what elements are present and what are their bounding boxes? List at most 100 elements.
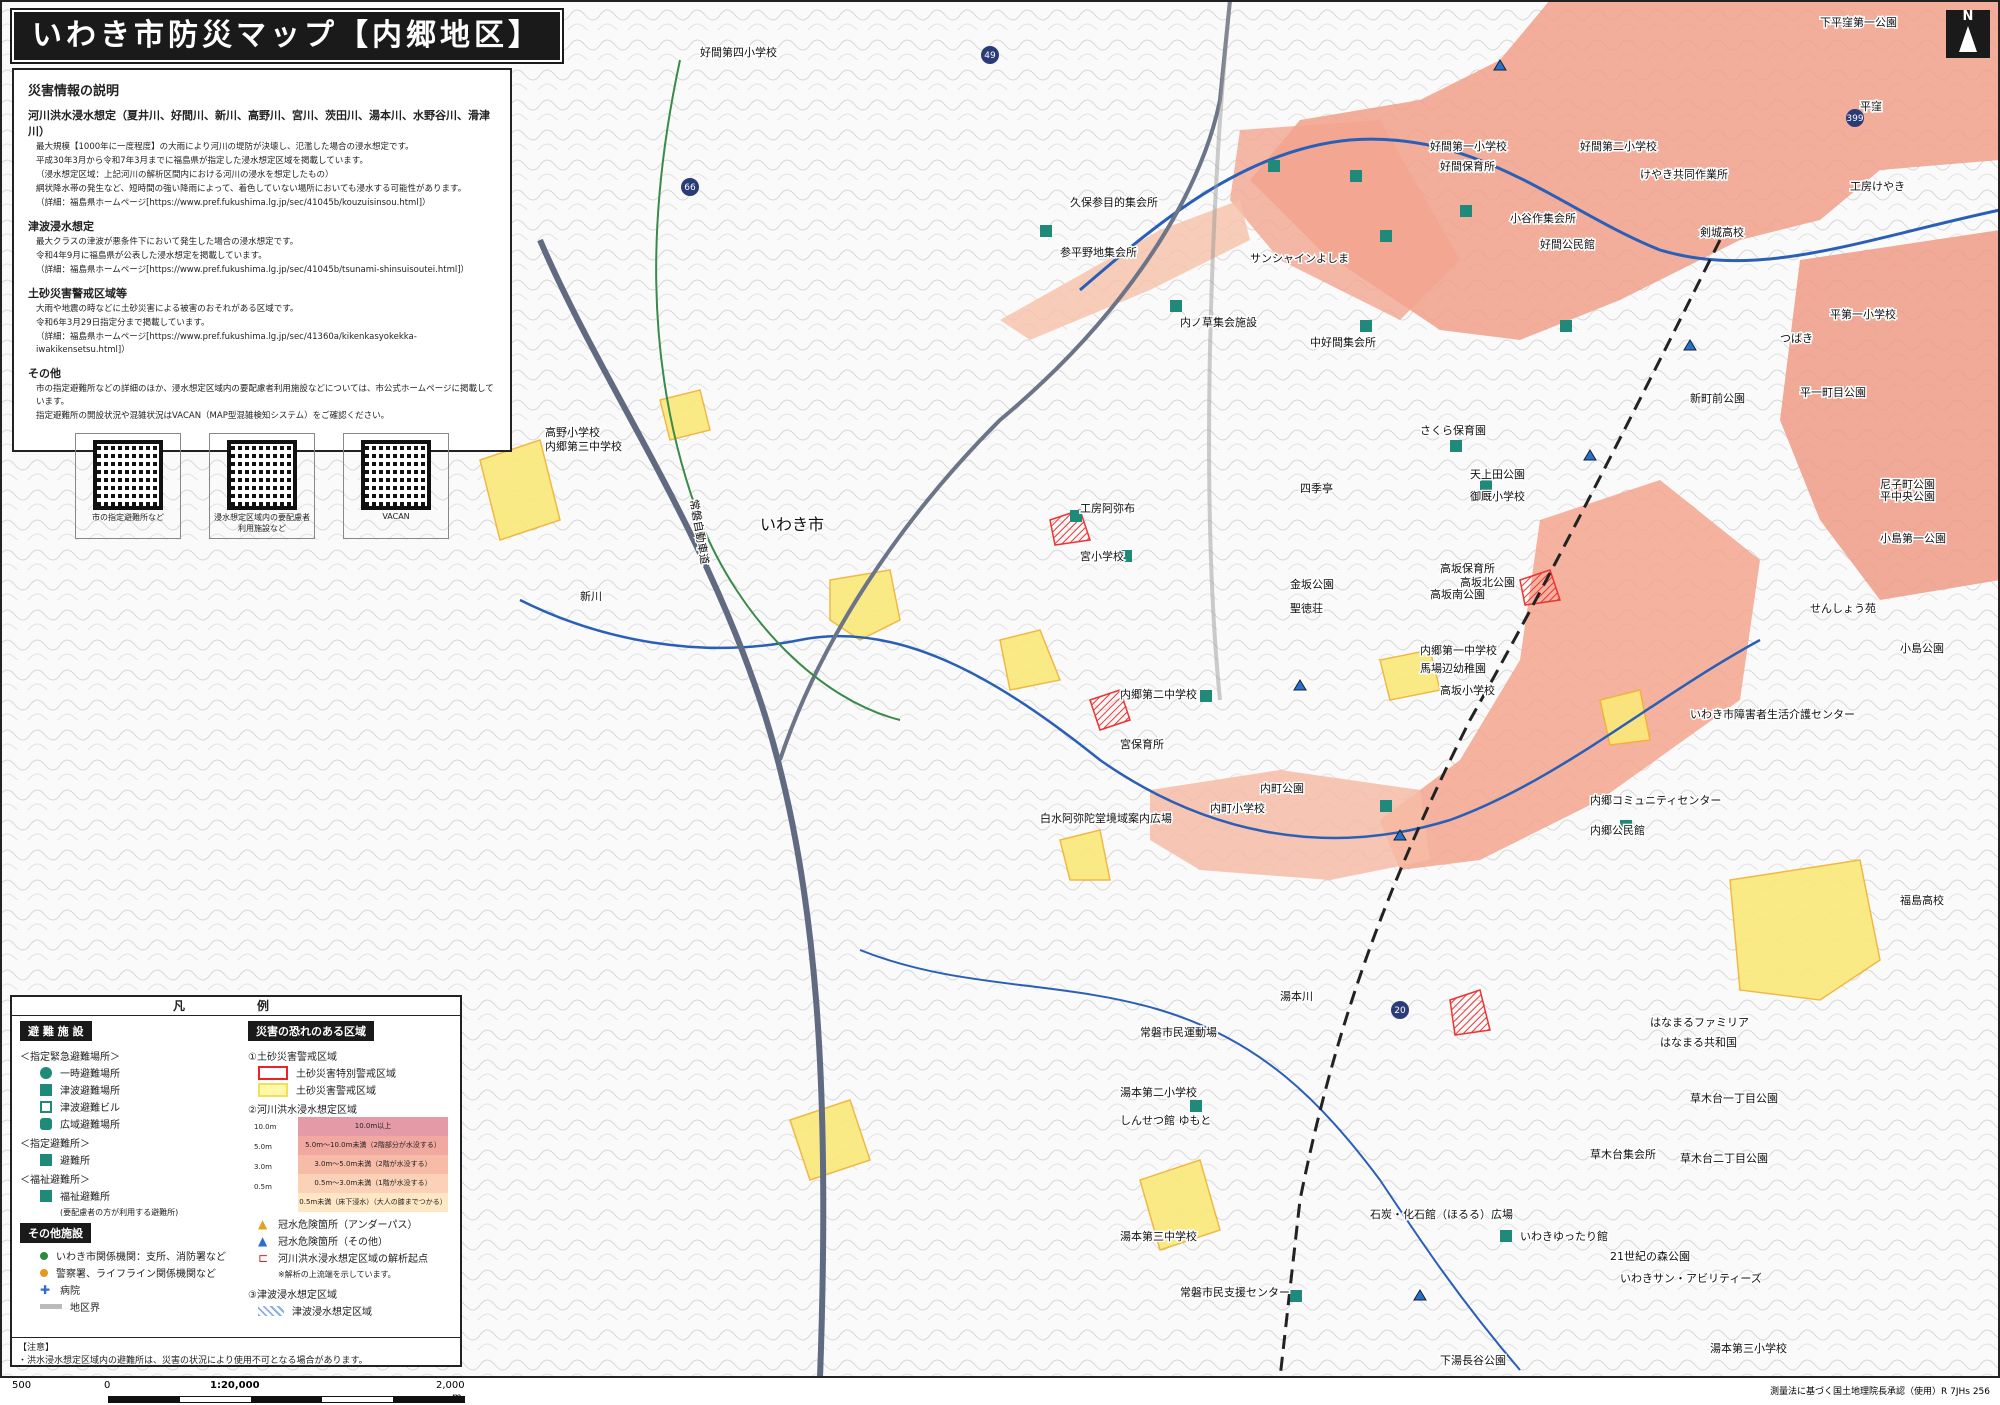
map-label: 好間保育所 <box>1440 159 1495 173</box>
qr-code-icon <box>361 440 431 510</box>
legend-note: 【注意】 ・洪水浸水想定区域内の避難所は、災害の状況により使用不可となる場合があ… <box>12 1337 460 1366</box>
legend-item: 広域避難場所 <box>60 1120 120 1131</box>
depth-tick: 0.5m <box>254 1183 272 1191</box>
map-label: 好間公民館 <box>1540 237 1595 251</box>
legend-risk-heading: 災害の恐れのある区域 <box>248 1021 374 1041</box>
map-label: 金坂公園 <box>1290 577 1334 591</box>
map-label: 下平窪第一公園 <box>1820 15 1897 29</box>
qr-code-icon <box>227 440 297 510</box>
map-label: 天上田公園 <box>1470 468 1525 481</box>
qr-caption: 浸水想定区域内の要配慮者利用施設など <box>214 513 310 533</box>
map-label: けやき共同作業所 <box>1640 168 1728 181</box>
note-text: ・洪水浸水想定区域内の避難所は、災害の状況により使用不可となる場合があります。 <box>18 1356 368 1366</box>
scale-label: 2,000 <box>436 1380 465 1391</box>
hospital-icon: ✚ <box>40 1282 51 1297</box>
map-label: 常磐市民運動場 <box>1140 1025 1217 1039</box>
info-line: （浸水想定区域：上記河川の解析区間内における河川の浸水を想定したもの） <box>36 170 334 180</box>
scale-label: 0 <box>104 1380 111 1391</box>
scale-label: 500 <box>12 1380 32 1391</box>
map-label: 内郷第三中学校 <box>545 439 622 453</box>
legend-subheading: ＜福祉避難所＞ <box>20 1175 90 1186</box>
legend-subheading: ③津波浸水想定区域 <box>248 1290 337 1301</box>
legend-item: 土砂災害特別警戒区域 <box>296 1069 396 1080</box>
map-label: 常磐市民支援センター <box>1180 1285 1290 1299</box>
map-label: 内郷第二中学校 <box>1120 687 1197 701</box>
map-label: 湯本第三小学校 <box>1710 1341 1787 1355</box>
map-label: いわきサン・アビリティーズ <box>1620 1271 1762 1285</box>
info-section-title: 津波浸水想定 <box>28 220 94 233</box>
info-line: （詳細：福島県ホームページ[https://www.pref.fukushima… <box>36 198 431 208</box>
map-label: 剣城高校 <box>1700 225 1744 239</box>
qr-code-shelters[interactable]: 市の指定避難所など <box>75 433 181 539</box>
map-label: 21世紀の森公園 <box>1610 1249 1690 1263</box>
map-label: 新町前公園 <box>1690 391 1745 405</box>
depth-tick: 5.0m <box>254 1143 272 1151</box>
map-label: 好間第四小学校 <box>700 45 777 59</box>
legend-item: ※解析の上流端を示しています。 <box>278 1270 396 1279</box>
map-label: 内ノ草集会施設 <box>1180 315 1257 329</box>
svg-text:66: 66 <box>684 183 696 193</box>
svg-text:20: 20 <box>1394 1006 1406 1016</box>
map-label: 内町小学校 <box>1210 801 1265 815</box>
depth-class: 5.0m～10.0m未満（2階部分が水没する） <box>298 1136 448 1155</box>
north-arrow: N <box>1946 10 1990 58</box>
warning-zone-swatch <box>258 1082 288 1097</box>
legend-item: 地区界 <box>70 1303 100 1314</box>
info-line: 平成30年3月から令和7年3月までに福島県が指定した浸水想定区域を掲載しています… <box>36 156 368 166</box>
info-line: 指定避難所の開設状況や混雑状況はVACAN（MAP型混雑検知システム）をご確認く… <box>36 411 390 421</box>
scale-bar-graphic <box>108 1396 465 1403</box>
map-label: 平第一小学校 <box>1830 307 1896 321</box>
map-label: 内町公園 <box>1260 781 1304 795</box>
tsunami-evac-icon <box>40 1083 52 1096</box>
north-arrow-icon <box>1959 26 1977 52</box>
tsunami-building-icon <box>40 1100 52 1113</box>
legend-item: 一時避難場所 <box>60 1069 120 1080</box>
map-label: サンシャインよしま <box>1250 252 1349 265</box>
temporary-evac-icon <box>40 1066 52 1079</box>
map-label: 小島第一公園 <box>1880 531 1946 545</box>
map-label: 平窪 <box>1860 99 1882 113</box>
map-label: 高坂北公園 <box>1460 575 1515 589</box>
map-label: 高坂保育所 <box>1440 561 1495 575</box>
north-label: N <box>1962 9 1974 24</box>
legend-item: 警察署、ライフライン関係機関など <box>56 1269 216 1280</box>
legend-item: 福祉避難所 <box>60 1192 110 1203</box>
map-label: 宮保育所 <box>1120 737 1164 751</box>
map-label: 好間第二小学校 <box>1580 139 1657 153</box>
map-label: 御厩小学校 <box>1470 489 1525 503</box>
legend-item: 津波避難場所 <box>60 1086 120 1097</box>
police-icon <box>40 1268 48 1277</box>
map-title: いわき市防災マップ【内郷地区】 <box>10 8 564 64</box>
map-label: 中好間集会所 <box>1310 335 1376 349</box>
survey-credit: 測量法に基づく国土地理院長承認（使用）R 7JHs 256 <box>1770 1387 1990 1397</box>
legend-item: 津波避難ビル <box>60 1103 120 1114</box>
analysis-start-icon: ⊏ <box>258 1250 269 1265</box>
depth-ticks: 10.0m 5.0m 3.0m 0.5m <box>254 1117 294 1197</box>
map-label: 小島公園 <box>1900 641 1944 655</box>
legend-subheading: ＜指定緊急避難場所＞ <box>20 1052 120 1063</box>
depth-classes: 10.0m以上 5.0m～10.0m未満（2階部分が水没する） 3.0m～5.0… <box>298 1117 448 1212</box>
depth-class: 0.5m～3.0m未満（1階が水没する） <box>298 1174 448 1193</box>
info-line: 市の指定避難所などの詳細のほか、浸水想定区域内の要配慮者利用施設などについては、… <box>36 384 494 407</box>
map-label: いわき市障害者生活介護センター <box>1690 707 1855 721</box>
map-label: 新川 <box>580 589 602 603</box>
qr-caption: 市の指定避難所など <box>92 513 164 522</box>
map-label: 下湯長谷公園 <box>1440 1354 1506 1367</box>
map-label: 福島高校 <box>1900 893 1944 907</box>
depth-class: 3.0m～5.0m未満（2階が水没する） <box>298 1155 448 1174</box>
legend-item: 河川洪水浸水想定区域の解析起点 <box>278 1254 428 1265</box>
map-label: 高坂南公園 <box>1430 587 1485 601</box>
legend-other-heading: その他施設 <box>20 1223 91 1243</box>
info-line: 網状降水帯の発生など、短時間の強い降雨によって、着色していない場所においても浸水… <box>36 184 467 194</box>
map-label: 参平野地集会所 <box>1060 245 1137 259</box>
map-legend: 凡 例 避 難 施 設 ＜指定緊急避難場所＞ 一時避難場所 津波避難場所 津波避… <box>10 995 462 1367</box>
legend-hazard-areas: 災害の恐れのある区域 ①土砂災害警戒区域 土砂災害特別警戒区域 土砂災害警戒区域… <box>248 1019 458 1319</box>
qr-code-facilities[interactable]: 浸水想定区域内の要配慮者利用施設など <box>209 433 315 539</box>
legend-item: 病院 <box>60 1286 80 1297</box>
welfare-shelter-icon <box>40 1189 52 1202</box>
map-label: つばき <box>1780 332 1813 345</box>
legend-item: 避難所 <box>60 1156 90 1167</box>
qr-code-vacan[interactable]: VACAN <box>343 433 449 539</box>
map-label: はなまるファミリア <box>1650 1016 1749 1029</box>
map-label: 高野小学校 <box>545 425 600 439</box>
